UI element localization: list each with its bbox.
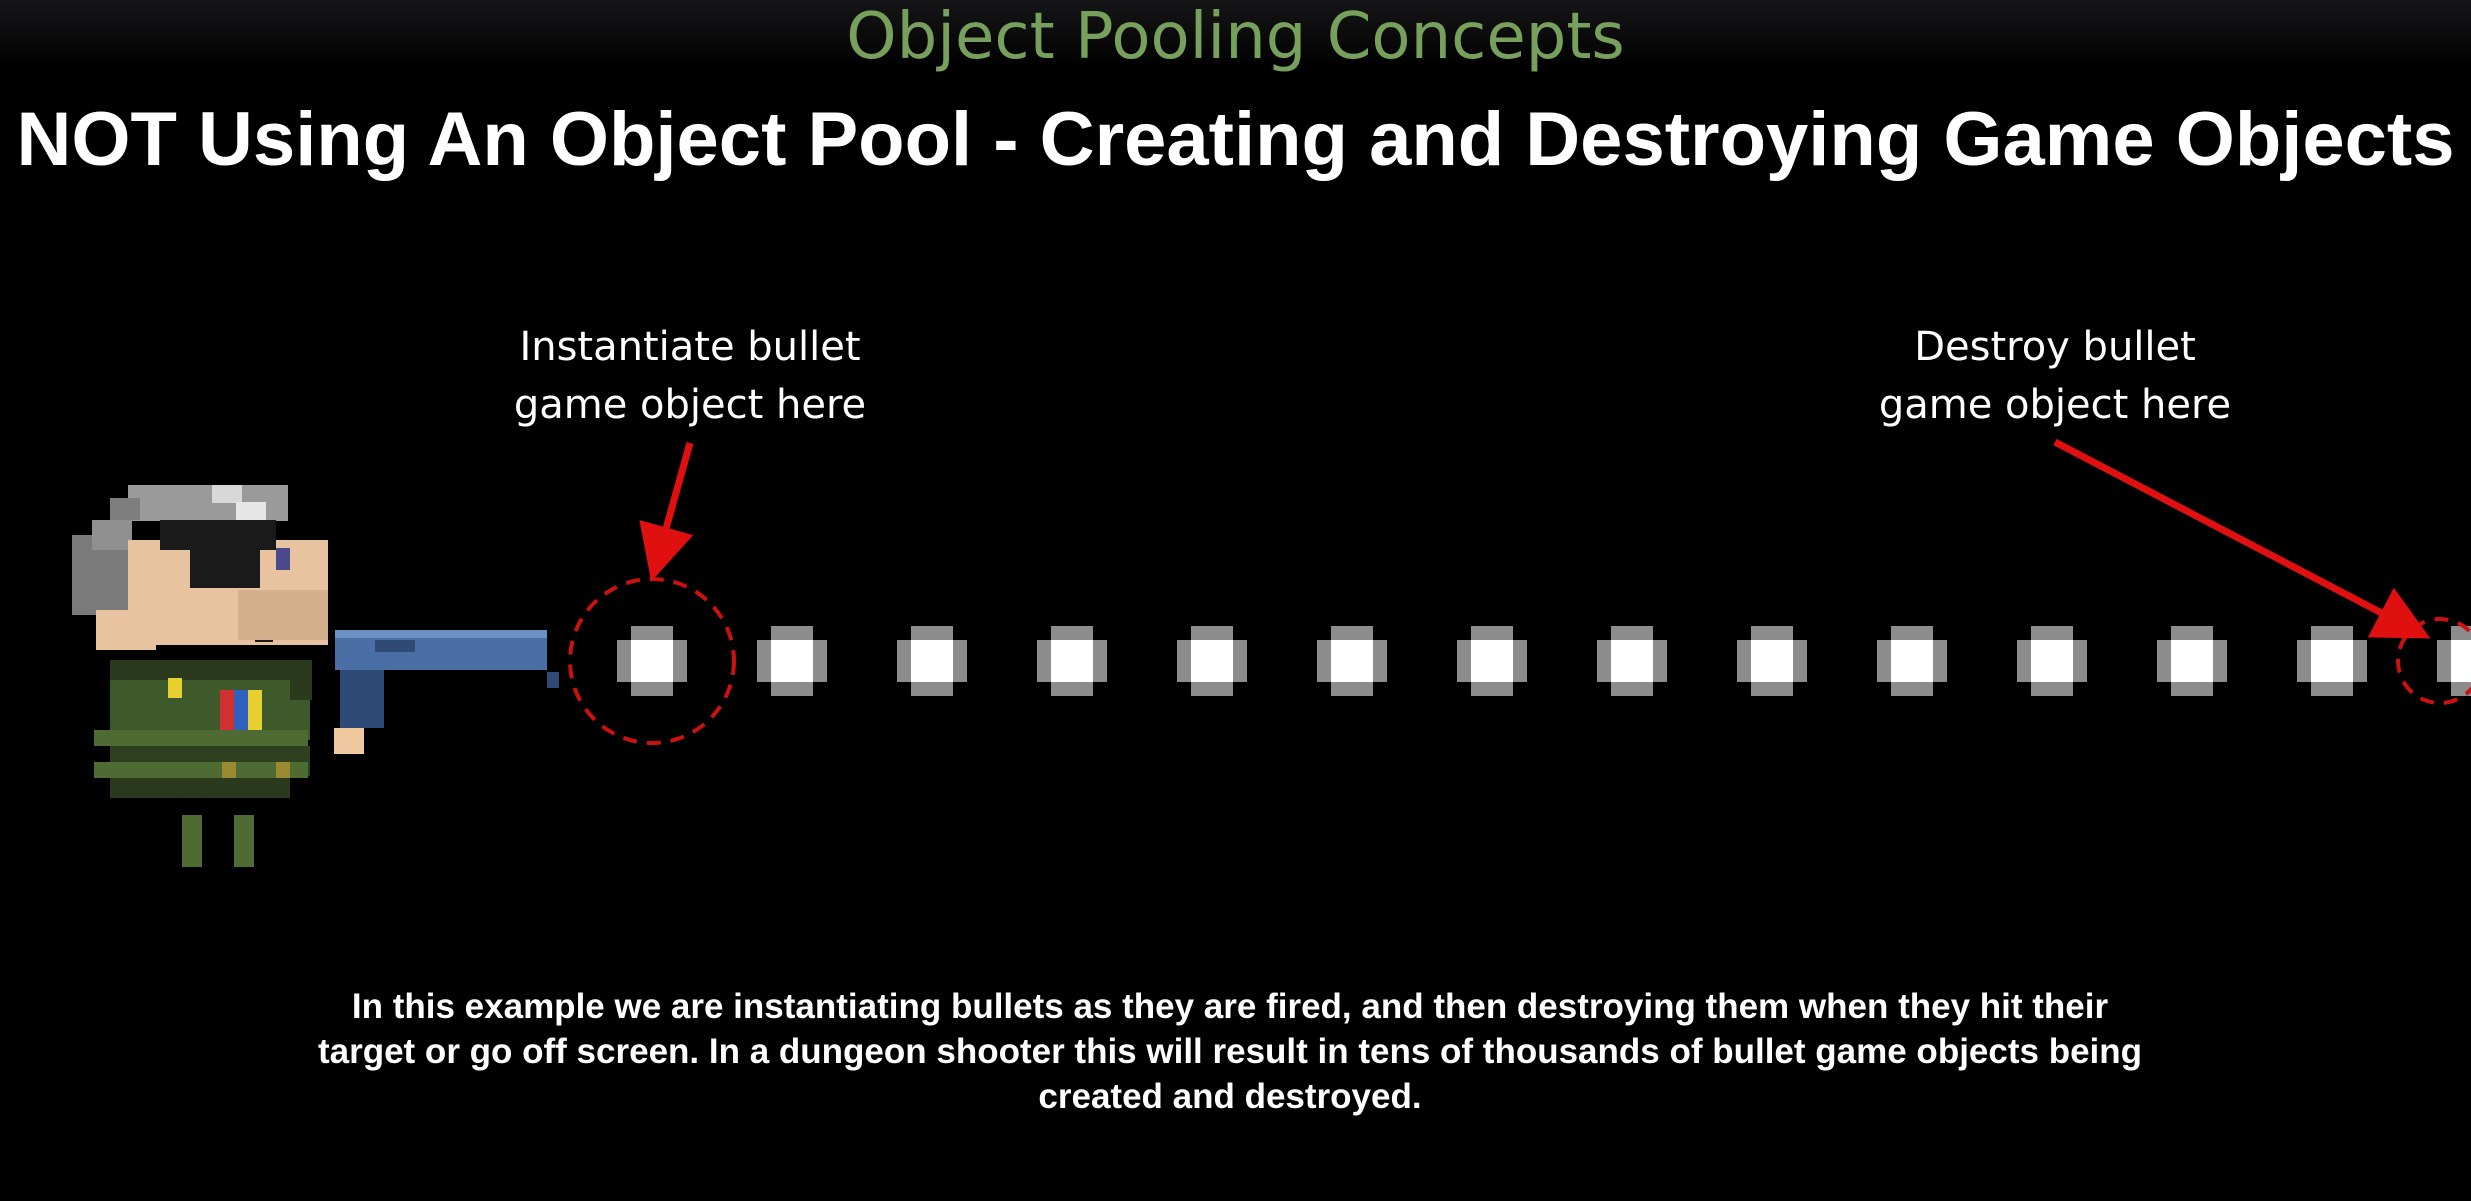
bullet xyxy=(1317,626,1387,696)
soldier-body xyxy=(94,660,312,798)
bullet xyxy=(617,626,687,696)
instantiate-callout-line1: Instantiate bullet xyxy=(519,324,861,370)
bullet-row xyxy=(617,626,2471,696)
instantiate-callout: Instantiate bullet game object here xyxy=(490,318,890,434)
destroy-callout-line2: game object here xyxy=(1878,382,2232,428)
bullet xyxy=(897,626,967,696)
slide: Object Pooling Concepts NOT Using An Obj… xyxy=(0,0,2471,1201)
bullet xyxy=(2017,626,2087,696)
bullet xyxy=(1037,626,1107,696)
destroy-callout-line1: Destroy bullet xyxy=(1914,324,2196,370)
caption: In this example we are instantiating bul… xyxy=(150,984,2310,1119)
bullet xyxy=(1877,626,1947,696)
bullet xyxy=(2157,626,2227,696)
gun xyxy=(335,630,559,728)
bullet xyxy=(2437,626,2471,696)
soldier-hand xyxy=(334,728,364,754)
instantiate-callout-line2: game object here xyxy=(513,382,867,428)
bullet xyxy=(757,626,827,696)
bullet xyxy=(1737,626,1807,696)
bullet xyxy=(1177,626,1247,696)
destroy-arrow xyxy=(2053,438,2431,639)
soldier-character xyxy=(72,485,364,867)
bullet xyxy=(1457,626,1527,696)
destroy-callout: Destroy bullet game object here xyxy=(1855,318,2255,434)
bullet xyxy=(2297,626,2367,696)
caption-line2: target or go off screen. In a dungeon sh… xyxy=(317,1032,2143,1071)
soldier-legs xyxy=(182,815,254,867)
instantiate-arrow xyxy=(639,442,694,582)
caption-line1: In this example we are instantiating bul… xyxy=(351,987,2109,1026)
bullet xyxy=(1597,626,1667,696)
caption-line3: created and destroyed. xyxy=(1038,1077,1422,1116)
